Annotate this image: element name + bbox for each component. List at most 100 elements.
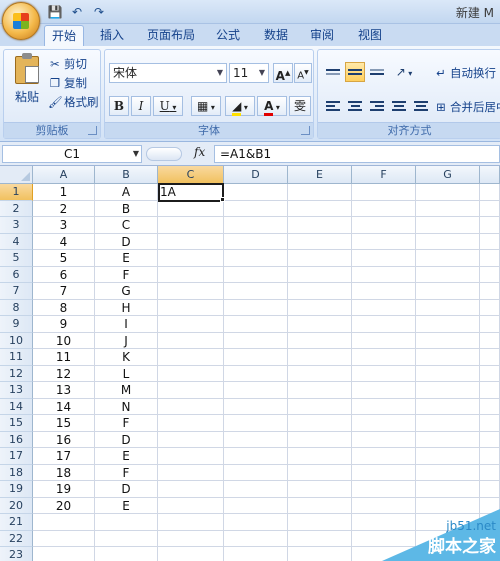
- column-header-d[interactable]: D: [224, 166, 288, 184]
- cell-h[interactable]: [480, 382, 500, 399]
- save-icon[interactable]: 💾: [46, 3, 64, 21]
- cell-a[interactable]: 16: [33, 431, 95, 448]
- formula-expand-handle[interactable]: [146, 147, 182, 161]
- cell-b[interactable]: E: [95, 448, 158, 465]
- row-header[interactable]: 20: [0, 497, 33, 514]
- cell-g[interactable]: [416, 283, 480, 300]
- cell-f[interactable]: [352, 464, 416, 481]
- row-header[interactable]: 18: [0, 464, 33, 481]
- cell-c[interactable]: [158, 217, 224, 234]
- insert-function-icon[interactable]: fx: [194, 145, 205, 159]
- align-left-button[interactable]: [323, 96, 343, 116]
- column-header-e[interactable]: E: [288, 166, 352, 184]
- cell-g[interactable]: [416, 365, 480, 382]
- cell-g[interactable]: [416, 316, 480, 333]
- cell-a[interactable]: 8: [33, 299, 95, 316]
- cell-g[interactable]: [416, 299, 480, 316]
- cell-e[interactable]: [288, 497, 352, 514]
- cell-c[interactable]: [158, 448, 224, 465]
- cell-a[interactable]: 14: [33, 398, 95, 415]
- cell-e[interactable]: [288, 184, 352, 201]
- row-header[interactable]: 14: [0, 398, 33, 415]
- cell-a[interactable]: 6: [33, 266, 95, 283]
- cell-d[interactable]: [224, 481, 288, 498]
- copy-button[interactable]: ❐ 复制: [48, 74, 87, 92]
- row-header[interactable]: 2: [0, 200, 33, 217]
- cell-b[interactable]: A: [95, 184, 158, 201]
- cell-b[interactable]: H: [95, 299, 158, 316]
- cell-d[interactable]: [224, 514, 288, 531]
- cell-b[interactable]: M: [95, 382, 158, 399]
- cell-b[interactable]: [95, 514, 158, 531]
- cell-c[interactable]: [158, 415, 224, 432]
- row-header[interactable]: 13: [0, 382, 33, 399]
- cell-f[interactable]: [352, 250, 416, 267]
- cell-c[interactable]: [158, 233, 224, 250]
- tab-page-layout[interactable]: 页面布局: [142, 25, 200, 46]
- cell-f[interactable]: [352, 283, 416, 300]
- cell-e[interactable]: [288, 200, 352, 217]
- cell-f[interactable]: [352, 200, 416, 217]
- cell-e[interactable]: [288, 448, 352, 465]
- cell-e[interactable]: [288, 233, 352, 250]
- underline-button[interactable]: U ▾: [153, 96, 183, 116]
- cell-f[interactable]: [352, 398, 416, 415]
- cut-button[interactable]: ✂ 剪切: [48, 55, 87, 73]
- cell-a[interactable]: 19: [33, 481, 95, 498]
- formula-input[interactable]: =A1&B1: [214, 145, 500, 163]
- cell-e[interactable]: [288, 316, 352, 333]
- cell-h[interactable]: [480, 415, 500, 432]
- cell-g[interactable]: [416, 250, 480, 267]
- row-header[interactable]: 16: [0, 431, 33, 448]
- cell-f[interactable]: [352, 382, 416, 399]
- cell-f[interactable]: [352, 415, 416, 432]
- cell-f[interactable]: [352, 481, 416, 498]
- cell-h[interactable]: [480, 316, 500, 333]
- cell-b[interactable]: [95, 530, 158, 547]
- cell-d[interactable]: [224, 233, 288, 250]
- cell-a[interactable]: 11: [33, 349, 95, 366]
- cell-b[interactable]: L: [95, 365, 158, 382]
- cell-b[interactable]: F: [95, 415, 158, 432]
- cell-d[interactable]: [224, 184, 288, 201]
- name-box[interactable]: C1 ▼: [2, 145, 142, 163]
- cell-d[interactable]: [224, 250, 288, 267]
- cell-e[interactable]: [288, 514, 352, 531]
- cell-d[interactable]: [224, 349, 288, 366]
- column-header-h[interactable]: [480, 166, 500, 184]
- cell-a[interactable]: 9: [33, 316, 95, 333]
- cell-c[interactable]: [158, 481, 224, 498]
- cell-c[interactable]: [158, 250, 224, 267]
- cell-d[interactable]: [224, 431, 288, 448]
- wrap-text-button[interactable]: ↵ 自动换行: [434, 64, 496, 82]
- cell-h[interactable]: [480, 266, 500, 283]
- cell-g[interactable]: [416, 332, 480, 349]
- cell-h[interactable]: [480, 299, 500, 316]
- align-center-button[interactable]: [345, 96, 365, 116]
- cell-f[interactable]: [352, 217, 416, 234]
- cell-a[interactable]: 1: [33, 184, 95, 201]
- cell-g[interactable]: [416, 184, 480, 201]
- row-header[interactable]: 9: [0, 316, 33, 333]
- column-header-b[interactable]: B: [95, 166, 158, 184]
- row-header[interactable]: 3: [0, 217, 33, 234]
- row-header[interactable]: 5: [0, 250, 33, 267]
- cell-a[interactable]: 17: [33, 448, 95, 465]
- cell-f[interactable]: [352, 299, 416, 316]
- cell-d[interactable]: [224, 530, 288, 547]
- cell-a[interactable]: [33, 547, 95, 561]
- row-header[interactable]: 23: [0, 547, 33, 561]
- cell-d[interactable]: [224, 547, 288, 561]
- cell-h[interactable]: [480, 398, 500, 415]
- cell-h[interactable]: [480, 365, 500, 382]
- column-header-f[interactable]: F: [352, 166, 416, 184]
- cell-g[interactable]: [416, 233, 480, 250]
- cell-h[interactable]: [480, 217, 500, 234]
- orientation-button[interactable]: ↗ ▾: [390, 62, 418, 82]
- cell-h[interactable]: [480, 481, 500, 498]
- cell-a[interactable]: 5: [33, 250, 95, 267]
- paste-button[interactable]: 粘贴: [10, 53, 44, 116]
- row-header[interactable]: 12: [0, 365, 33, 382]
- row-header[interactable]: 22: [0, 530, 33, 547]
- cell-h[interactable]: [480, 349, 500, 366]
